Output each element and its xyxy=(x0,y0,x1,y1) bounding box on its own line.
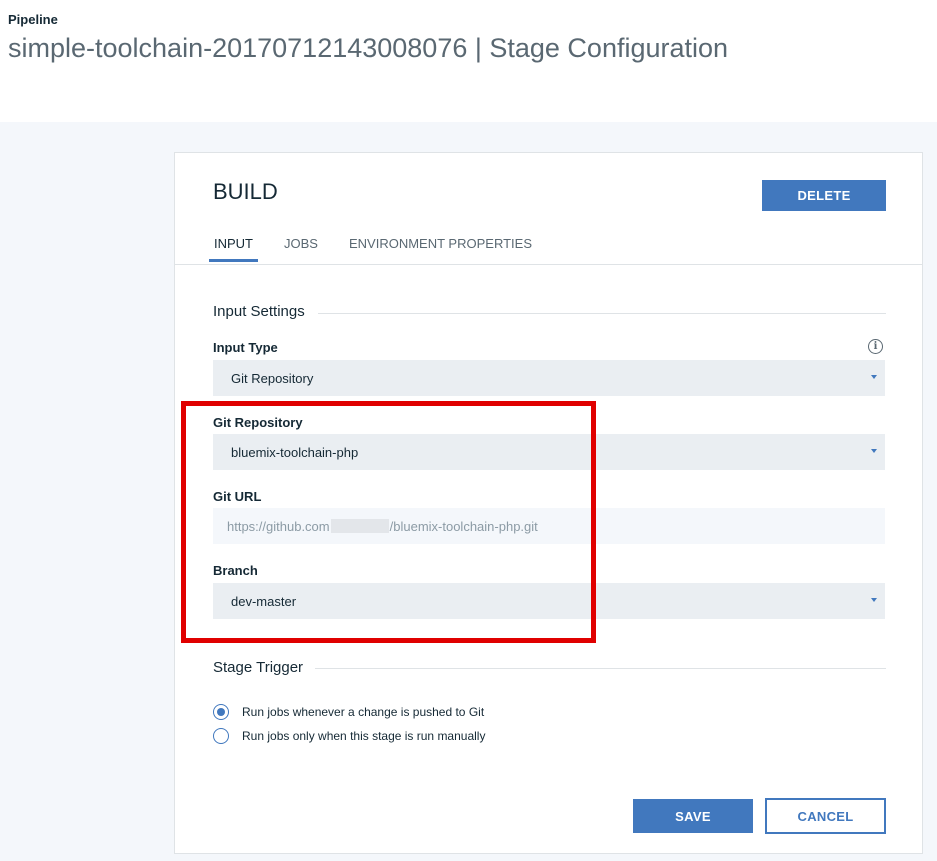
stage-config-card: BUILD DELETE INPUT JOBS ENVIRONMENT PROP… xyxy=(174,152,923,854)
section-divider xyxy=(315,668,886,669)
save-button[interactable]: SAVE xyxy=(633,799,753,833)
stage-name: BUILD xyxy=(213,179,278,204)
tab-environment-properties[interactable]: ENVIRONMENT PROPERTIES xyxy=(349,236,532,259)
tab-jobs[interactable]: JOBS xyxy=(284,236,318,259)
trigger-option-push[interactable]: Run jobs whenever a change is pushed to … xyxy=(213,704,484,720)
section-divider xyxy=(318,313,886,314)
caret-down-icon xyxy=(871,598,877,602)
radio-button-checked[interactable] xyxy=(213,704,229,720)
radio-button-unchecked[interactable] xyxy=(213,728,229,744)
input-type-select[interactable]: Git Repository xyxy=(213,360,885,396)
branch-value: dev-master xyxy=(231,593,297,609)
info-icon[interactable]: i xyxy=(868,339,883,354)
trigger-option-manual[interactable]: Run jobs only when this stage is run man… xyxy=(213,728,485,744)
tab-bar: INPUT JOBS ENVIRONMENT PROPERTIES xyxy=(175,233,922,265)
page-title: simple-toolchain-20170712143008076 | Sta… xyxy=(8,33,729,63)
cancel-button[interactable]: CANCEL xyxy=(765,798,886,834)
trigger-option-manual-label: Run jobs only when this stage is run man… xyxy=(242,729,486,743)
breadcrumb[interactable]: Pipeline xyxy=(8,12,58,27)
git-url-label: Git URL xyxy=(213,489,262,504)
input-type-label: Input Type xyxy=(213,340,278,355)
delete-button[interactable]: DELETE xyxy=(762,180,886,211)
git-url-prefix: https://github.com xyxy=(227,518,330,534)
redacted-segment xyxy=(330,519,389,533)
page-header: Pipeline simple-toolchain-20170712143008… xyxy=(0,0,937,122)
git-url-suffix: /bluemix-toolchain-php.git xyxy=(389,518,538,534)
caret-down-icon xyxy=(871,449,877,453)
git-repository-select[interactable]: bluemix-toolchain-php xyxy=(213,434,885,470)
tab-input[interactable]: INPUT xyxy=(209,236,258,262)
trigger-option-push-label: Run jobs whenever a change is pushed to … xyxy=(242,705,485,719)
git-url-field: https://github.com/bluemix-toolchain-php… xyxy=(213,508,885,544)
branch-label: Branch xyxy=(213,563,258,578)
git-repository-value: bluemix-toolchain-php xyxy=(231,444,359,460)
caret-down-icon xyxy=(871,375,877,379)
input-settings-heading: Input Settings xyxy=(213,303,305,320)
branch-select[interactable]: dev-master xyxy=(213,583,885,619)
input-type-value: Git Repository xyxy=(231,370,314,386)
stage-trigger-heading: Stage Trigger xyxy=(213,659,304,676)
radio-dot xyxy=(217,708,225,716)
git-repository-label: Git Repository xyxy=(213,415,303,430)
